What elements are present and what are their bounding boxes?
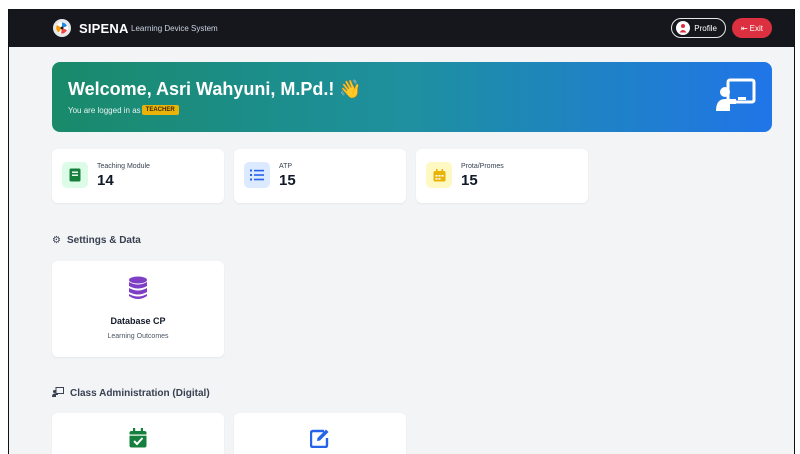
stat-label: Teaching Module [97, 163, 150, 170]
nav-actions: Profile ⇤ Exit [671, 18, 772, 38]
app-window: SIPENA Learning Device System Profile ⇤ … [8, 9, 795, 454]
welcome-subtitle: You are logged in as TEACHER [68, 105, 179, 115]
settings-section-title: ⚙ Settings & Data [52, 235, 141, 246]
book-icon [62, 162, 88, 188]
role-badge: TEACHER [141, 105, 179, 115]
stat-card-atp[interactable]: ATP 15 [234, 149, 406, 203]
profile-button[interactable]: Profile [671, 18, 726, 38]
navbar: SIPENA Learning Device System Profile ⇤ … [9, 9, 794, 47]
exit-label: Exit [749, 23, 763, 33]
welcome-title: Welcome, Asri Wahyuni, M.Pd.! 👋 [68, 79, 362, 99]
stat-label: Prota/Promes [461, 163, 504, 170]
exit-button[interactable]: ⇤ Exit [731, 18, 772, 38]
chalkboard-teacher-icon [52, 387, 64, 400]
menu-card-title: Database CP [110, 316, 166, 326]
section-title-text: Settings & Data [66, 235, 141, 246]
gear-icon: ⚙ [52, 235, 61, 246]
user-icon [676, 21, 691, 35]
stat-label: ATP [279, 163, 293, 170]
profile-label: Profile [694, 23, 717, 33]
calendar-check-icon [129, 428, 147, 453]
logged-in-text: You are logged in as [68, 105, 141, 115]
chalkboard-teacher-icon [716, 78, 756, 117]
class-admin-section-title: Class Administration (Digital) [52, 387, 210, 400]
brand-name[interactable]: SIPENA [79, 21, 129, 36]
brand-subtitle: Learning Device System [131, 24, 218, 33]
database-cp-card[interactable]: Database CP Learning Outcomes [52, 261, 224, 357]
attendance-card[interactable] [52, 413, 224, 454]
sign-out-icon: ⇤ [740, 23, 748, 33]
journal-card[interactable] [234, 413, 406, 454]
stat-card-teaching-module[interactable]: Teaching Module 14 [52, 149, 224, 203]
list-ordered-icon [244, 162, 270, 188]
calendar-icon [426, 162, 452, 188]
stat-card-prota-promes[interactable]: Prota/Promes 15 [416, 149, 588, 203]
database-icon [128, 276, 148, 305]
stat-value: 15 [279, 172, 296, 189]
menu-card-subtitle: Learning Outcomes [107, 333, 169, 340]
welcome-banner: Welcome, Asri Wahyuni, M.Pd.! 👋 You are … [52, 62, 772, 132]
section-title-text: Class Administration (Digital) [70, 388, 210, 399]
stat-value: 14 [97, 172, 114, 189]
brand-logo-icon[interactable] [53, 19, 71, 37]
edit-icon [309, 428, 330, 453]
stat-value: 15 [461, 172, 478, 189]
